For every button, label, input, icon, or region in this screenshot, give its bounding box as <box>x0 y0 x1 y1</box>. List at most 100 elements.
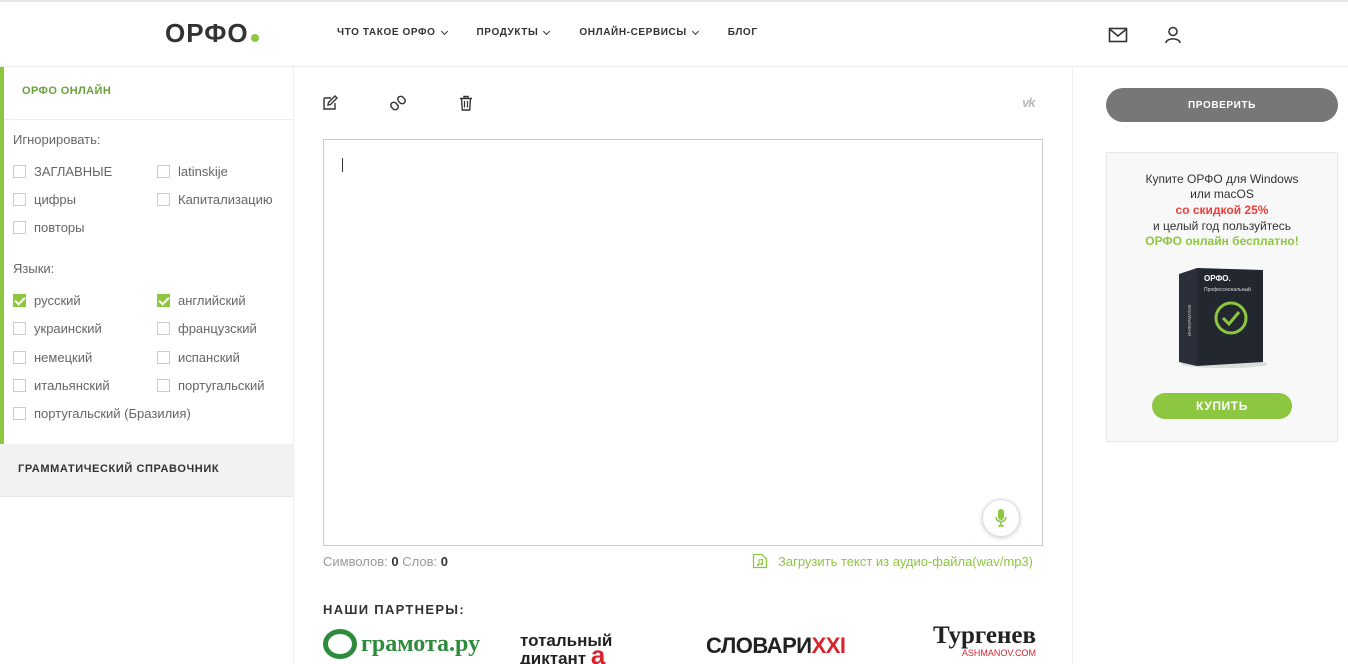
promo-line: или macOS <box>1190 187 1254 201</box>
checkbox-box[interactable] <box>157 322 170 335</box>
checkbox-label: испанский <box>178 350 240 365</box>
checkbox-box[interactable] <box>13 322 26 335</box>
words-value: 0 <box>440 554 448 569</box>
languages-label: Языки: <box>13 261 55 276</box>
chars-label: Символов: <box>323 554 388 569</box>
check-button[interactable]: ПРОВЕРИТЬ <box>1106 88 1338 122</box>
upload-audio-link[interactable]: Загрузить текст из аудио-файла(wav/mp3) <box>752 553 1033 569</box>
chevron-down-icon <box>440 27 448 35</box>
checkbox-box[interactable] <box>13 165 26 178</box>
partner-main: Тургенев <box>933 622 1036 649</box>
checkbox-label: русский <box>34 293 81 308</box>
checkbox-german[interactable]: немецкий <box>13 350 92 365</box>
product-box-image: ОРФО. Профессиональный ИНФОРМАТИК <box>1179 268 1267 368</box>
upload-label: Загрузить текст из аудио-файла(wav/mp3) <box>778 553 1033 569</box>
orfo-logo[interactable]: ОРФО <box>165 18 259 49</box>
partner-turgenev-logo[interactable]: Тургенев ASHMANOV.COM <box>904 622 1036 664</box>
panel-title: ОРФО ОНЛАЙН <box>22 85 112 97</box>
checkbox-spanish[interactable]: испанский <box>157 350 240 365</box>
chevron-down-icon <box>691 27 699 35</box>
checkbox-label: английский <box>178 293 246 308</box>
chevron-down-icon <box>543 27 551 35</box>
checkbox-box[interactable] <box>13 351 26 364</box>
partner-slovari-logo[interactable]: СЛОВАРИXXI <box>706 624 846 664</box>
nav-online-services[interactable]: ОНЛАЙН-СЕРВИСЫ <box>579 27 699 38</box>
checkbox-italian[interactable]: итальянский <box>13 378 110 393</box>
right-column-divider <box>1072 67 1073 664</box>
microphone-button[interactable] <box>982 499 1020 537</box>
checkbox-label: португальский <box>178 378 265 393</box>
checkbox-ukrainian[interactable]: украинский <box>13 321 102 336</box>
user-icon[interactable] <box>1163 26 1183 44</box>
words-label: Слов: <box>402 554 438 569</box>
link-icon[interactable] <box>390 95 406 111</box>
checkbox-uppercase[interactable]: ЗАГЛАВНЫЕ <box>13 164 112 179</box>
checkbox-box[interactable] <box>13 379 26 392</box>
checkbox-label: Капитализацию <box>178 192 273 207</box>
checkbox-box[interactable] <box>157 193 170 206</box>
main-nav: ЧТО ТАКОЕ ОРФО ПРОДУКТЫ ОНЛАЙН-СЕРВИСЫ Б… <box>337 27 788 38</box>
promo-free: ОРФО онлайн бесплатно! <box>1145 234 1299 248</box>
checkbox-english[interactable]: английский <box>157 293 246 308</box>
promo-discount: со скидкой 25% <box>1175 203 1269 217</box>
checkbox-label: французский <box>178 321 257 336</box>
checkbox-digits[interactable]: цифры <box>13 192 76 207</box>
checkbox-french[interactable]: французский <box>157 321 257 336</box>
checkbox-box[interactable] <box>13 407 26 420</box>
checkbox-label: итальянский <box>34 378 110 393</box>
nav-products[interactable]: ПРОДУКТЫ <box>477 27 551 38</box>
buy-button[interactable]: КУПИТЬ <box>1152 393 1292 419</box>
chars-value: 0 <box>391 554 399 569</box>
text-counts: Символов: 0 Слов: 0 <box>323 554 448 569</box>
checkbox-latin[interactable]: latinskije <box>157 164 228 179</box>
checkbox-box[interactable] <box>157 294 170 307</box>
partners-title: НАШИ ПАРТНЕРЫ: <box>323 602 465 617</box>
checkbox-portuguese-brazil[interactable]: португальский (Бразилия) <box>13 406 191 421</box>
partner-main: СЛОВАРИ <box>706 633 812 658</box>
nav-what-is-orfo[interactable]: ЧТО ТАКОЕ ОРФО <box>337 27 448 38</box>
checkbox-repeats[interactable]: повторы <box>13 220 85 235</box>
checkbox-box[interactable] <box>157 165 170 178</box>
orfo-online-panel: ОРФО ОНЛАЙН Игнорировать: ЗАГЛАВНЫЕ lati… <box>0 67 293 444</box>
checkbox-label: ЗАГЛАВНЫЕ <box>34 164 113 179</box>
partner-accent: а <box>590 640 606 664</box>
partner-totalny-diktant-logo[interactable]: тотальный диктант а <box>520 624 655 664</box>
partner-line2: диктант <box>520 649 587 664</box>
checkbox-box[interactable] <box>13 221 26 234</box>
mail-icon[interactable] <box>1108 26 1128 44</box>
checkbox-label: цифры <box>34 192 76 207</box>
box-subtitle: Профессиональный <box>1204 286 1251 293</box>
audio-file-icon <box>752 553 768 569</box>
checkbox-label: немецкий <box>34 350 93 365</box>
checkbox-label: повторы <box>34 220 85 235</box>
box-side-text: ИНФОРМАТИК <box>1187 304 1192 336</box>
box-title: ОРФО. <box>1204 274 1231 283</box>
settings-sidebar: ОРФО ОНЛАЙН Игнорировать: ЗАГЛАВНЫЕ lati… <box>0 67 294 664</box>
edit-icon[interactable] <box>322 95 338 111</box>
partner-gramota-logo[interactable]: грамота.ру <box>323 624 480 664</box>
partner-name: грамота.ру <box>361 630 481 657</box>
divider <box>4 119 293 120</box>
checkbox-capitalization[interactable]: Капитализацию <box>157 192 273 207</box>
grammar-reference-link[interactable]: ГРАММАТИЧЕСКИЙ СПРАВОЧНИК <box>0 444 293 497</box>
nav-blog[interactable]: БЛОГ <box>728 27 758 38</box>
logo-dot <box>250 34 259 42</box>
promo-line: и целый год пользуйтесь <box>1152 219 1292 233</box>
checkbox-box[interactable] <box>13 294 26 307</box>
promo-banner: Купите ОРФО для Windows или macOS со ски… <box>1106 152 1338 442</box>
checkbox-box[interactable] <box>157 379 170 392</box>
checkbox-russian[interactable]: русский <box>13 293 81 308</box>
trash-icon[interactable] <box>458 95 474 111</box>
partner-sub: ASHMANOV.COM <box>961 648 1036 658</box>
ignore-label: Игнорировать: <box>13 132 101 147</box>
checkbox-label: украинский <box>34 321 102 336</box>
microphone-icon <box>995 509 1007 527</box>
text-caret <box>342 158 343 172</box>
vk-share-icon[interactable]: vk <box>1022 95 1036 110</box>
text-editor[interactable] <box>323 139 1043 546</box>
site-header: ОРФО ЧТО ТАКОЕ ОРФО ПРОДУКТЫ ОНЛАЙН-СЕРВ… <box>0 2 1348 67</box>
checkbox-box[interactable] <box>13 193 26 206</box>
checkbox-box[interactable] <box>157 351 170 364</box>
partner-accent: XXI <box>811 633 846 658</box>
checkbox-portuguese[interactable]: португальский <box>157 378 265 393</box>
